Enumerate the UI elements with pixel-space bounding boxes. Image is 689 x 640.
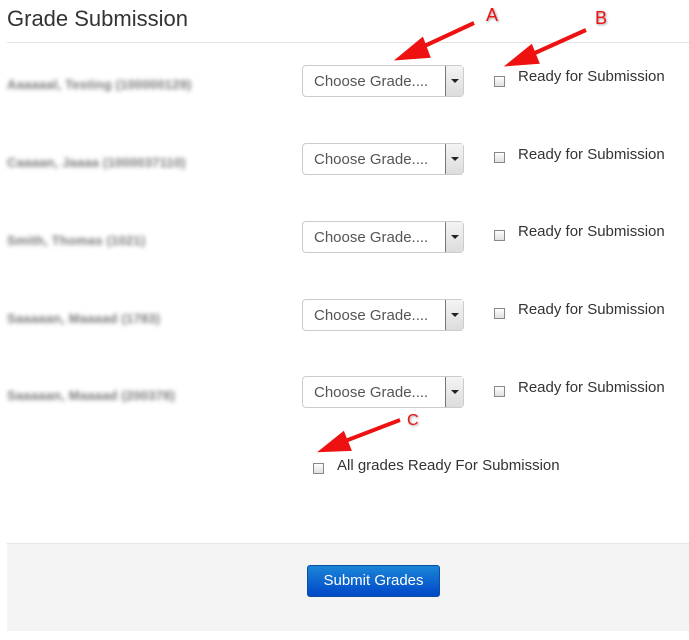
annotation-label-b: B [595,8,608,28]
annotation-label-c: C [407,412,419,429]
arrow-c [339,418,401,445]
arrow-b-head [503,43,540,67]
arrow-c-head [317,430,352,453]
annotation-label-a: A [486,5,499,25]
arrow-a [417,21,475,51]
annotation-arrows [317,21,587,453]
arrow-a-head [393,36,431,61]
